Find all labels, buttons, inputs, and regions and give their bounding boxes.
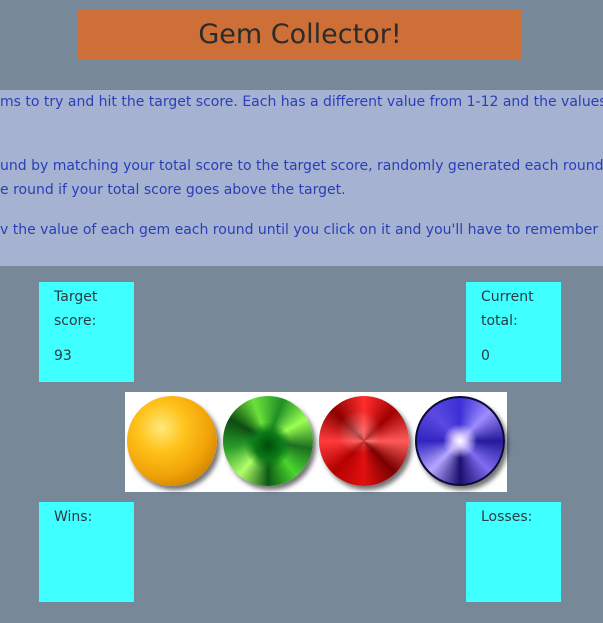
losses-box: Losses: bbox=[466, 502, 561, 602]
current-total-label: Current total: bbox=[481, 289, 534, 329]
green-gem-button[interactable] bbox=[223, 396, 313, 486]
losses-label: Losses: bbox=[481, 509, 533, 525]
instruction-line: e round if your total score goes above t… bbox=[0, 182, 346, 198]
instructions-panel: ms to try and hit the target score. Each… bbox=[0, 90, 603, 266]
target-score-value: 93 bbox=[54, 348, 72, 364]
current-total-value: 0 bbox=[481, 348, 490, 364]
wins-box: Wins: bbox=[39, 502, 134, 602]
gold-gem-button[interactable] bbox=[127, 396, 217, 486]
red-gem-button[interactable] bbox=[319, 396, 409, 486]
blue-gem-button[interactable] bbox=[415, 396, 505, 486]
page-title: Gem Collector! bbox=[198, 19, 402, 50]
target-score-label: Target score: bbox=[54, 289, 98, 329]
target-score-box: Target score: 93 bbox=[39, 282, 134, 382]
gem-strip bbox=[125, 392, 507, 492]
instruction-line: und by matching your total score to the … bbox=[0, 158, 603, 174]
instruction-line: v the value of each gem each round until… bbox=[0, 222, 603, 238]
instruction-line: ms to try and hit the target score. Each… bbox=[0, 94, 603, 110]
wins-label: Wins: bbox=[54, 509, 93, 525]
title-banner: Gem Collector! bbox=[78, 10, 522, 59]
current-total-box: Current total: 0 bbox=[466, 282, 561, 382]
